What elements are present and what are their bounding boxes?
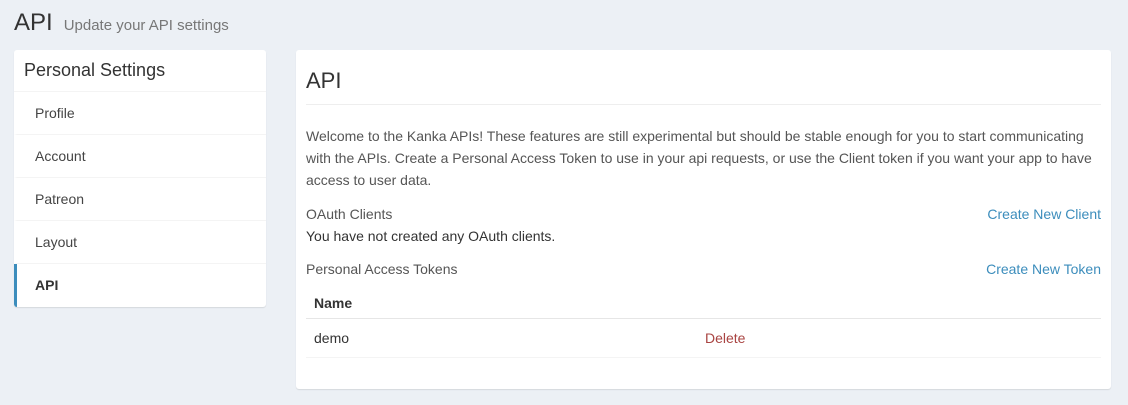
api-panel-title: API [306,50,1101,105]
column-header-name: Name [306,288,705,319]
page: API Update your API settings Personal Se… [0,0,1128,405]
api-panel: API Welcome to the Kanka APIs! These fea… [296,50,1111,389]
personal-tokens-label: Personal Access Tokens [306,261,458,277]
page-subtitle: Update your API settings [63,17,229,34]
api-intro-text: Welcome to the Kanka APIs! These feature… [306,128,1092,188]
nav-item-profile[interactable]: Profile [14,92,266,135]
oauth-empty-message: You have not created any OAuth clients. [306,228,556,244]
tokens-table: Name demo Delete [306,288,1101,358]
content-header: API Update your API settings [14,6,229,40]
nav-item-patreon[interactable]: Patreon [14,178,266,221]
nav-item-account[interactable]: Account [14,135,266,178]
token-name-cell: demo [306,318,705,358]
create-new-client-link[interactable]: Create New Client [987,203,1101,225]
personal-tokens-header: Personal Access Tokens Create New Token [306,258,1101,280]
oauth-clients-label: OAuth Clients [306,206,393,222]
token-actions-cell: Delete [705,318,1101,358]
tokens-table-header-row: Name [306,288,1101,319]
personal-settings-title: Personal Settings [14,50,266,92]
api-panel-body: API Welcome to the Kanka APIs! These fea… [306,50,1101,358]
table-row: demo Delete [306,318,1101,358]
delete-token-link[interactable]: Delete [705,330,745,346]
create-new-token-link[interactable]: Create New Token [986,258,1101,280]
page-title: API [14,9,53,36]
column-header-actions [705,288,1101,319]
nav-item-layout[interactable]: Layout [14,221,266,264]
oauth-clients-header: OAuth Clients Create New Client [306,203,1101,225]
nav-item-api[interactable]: API [14,264,266,307]
personal-settings-panel: Personal Settings Profile Account Patreo… [14,50,266,307]
